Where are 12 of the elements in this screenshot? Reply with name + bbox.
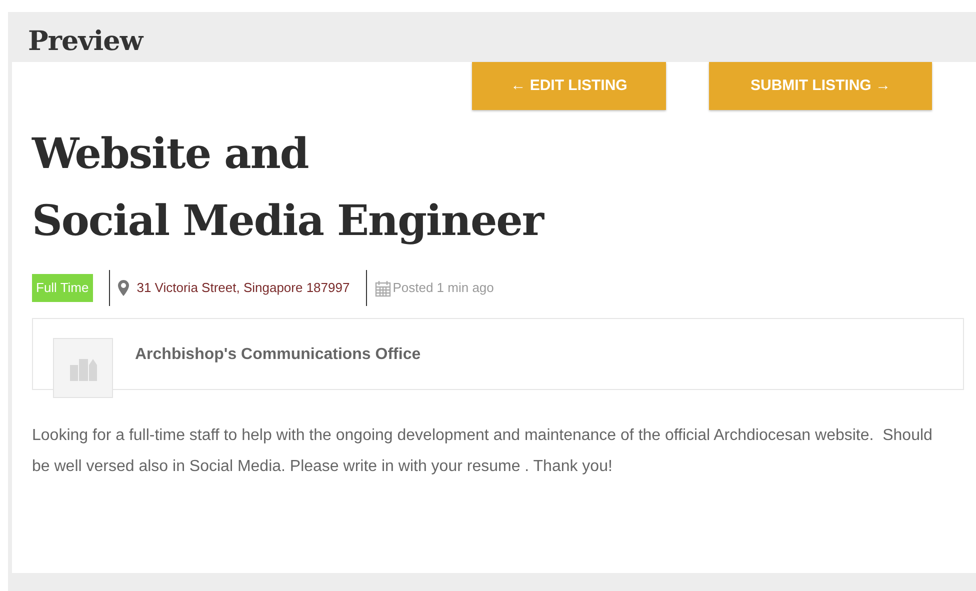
map-pin-icon [118, 280, 129, 296]
job-title: Website and [32, 128, 310, 180]
calendar-icon [374, 280, 391, 296]
posted-date: Posted 1 min ago [392, 279, 494, 298]
job-description: Looking for a full-time staff to help with the ongoing development and maintenance of the official Archdiocesan website. Should be well versed also in Social Media. Please write in with your resume . Thank you! [32, 426, 934, 477]
job-type-tag: Full Time [32, 274, 93, 302]
edit-listing-button[interactable]: ← EDIT LISTING [472, 62, 666, 110]
submit-listing-button[interactable]: SUBMIT LISTING → [709, 62, 932, 110]
job-title: Social Media Engineer [32, 195, 546, 247]
preview-heading: Preview [28, 26, 145, 58]
company-name: Archbishop's Communications Office [135, 345, 421, 365]
job-location: 31 Victoria Street, Singapore 187997 [136, 279, 350, 298]
